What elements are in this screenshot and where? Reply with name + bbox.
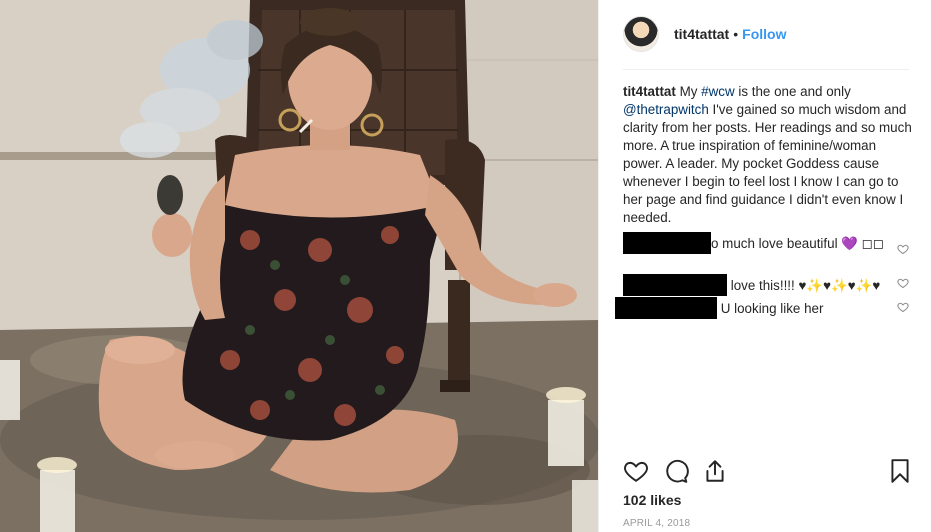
post-sidebar: tit4tattat • Follow tit4tattat My #wcw i… <box>598 0 931 532</box>
bookmark-icon[interactable] <box>887 458 913 484</box>
comment-item: love this!!!! ♥✨♥✨♥✨♥ <box>623 274 893 296</box>
caption-text-1: My <box>679 84 698 99</box>
comment-like-heart-icon[interactable] <box>897 243 909 255</box>
caption-text-2: is the one and only <box>738 84 851 99</box>
post-photo[interactable] <box>0 0 598 532</box>
likes-count[interactable]: 102 likes <box>623 492 681 508</box>
header-separator: • <box>733 26 739 42</box>
post-header: tit4tattat • Follow <box>599 0 931 68</box>
redacted-username <box>615 297 717 319</box>
heart-icon[interactable] <box>623 458 649 484</box>
post-actions <box>623 458 913 486</box>
caption-mention[interactable]: @thetrapwitch <box>623 102 709 117</box>
comment-like-heart-icon[interactable] <box>897 301 909 313</box>
photo-illustration <box>0 0 598 532</box>
header-divider <box>623 69 909 70</box>
comment-text: o much love beautiful 💜 ◻◻ <box>711 236 884 251</box>
post-caption: tit4tattat My #wcw is the one and only @… <box>623 83 913 227</box>
comment-item: U looking like her <box>615 297 885 319</box>
header-username[interactable]: tit4tattat <box>674 26 729 42</box>
caption-username[interactable]: tit4tattat <box>623 84 676 99</box>
post-date[interactable]: APRIL 4, 2018 <box>623 518 690 529</box>
redacted-username <box>623 274 727 296</box>
share-icon[interactable] <box>702 458 728 484</box>
comment-text: U looking like her <box>720 301 824 316</box>
caption-text-3: I've gained so much wisdom and clarity f… <box>623 102 912 225</box>
avatar[interactable] <box>623 16 659 52</box>
comment-like-heart-icon[interactable] <box>897 277 909 289</box>
comment-icon[interactable] <box>663 458 689 484</box>
comment-text: love this!!!! ♥✨♥✨♥✨♥ <box>730 278 881 293</box>
redacted-username <box>623 232 711 254</box>
comment-item: o much love beautiful 💜 ◻◻ <box>623 232 893 254</box>
follow-button[interactable]: Follow <box>742 26 786 42</box>
caption-hashtag[interactable]: #wcw <box>701 84 734 99</box>
